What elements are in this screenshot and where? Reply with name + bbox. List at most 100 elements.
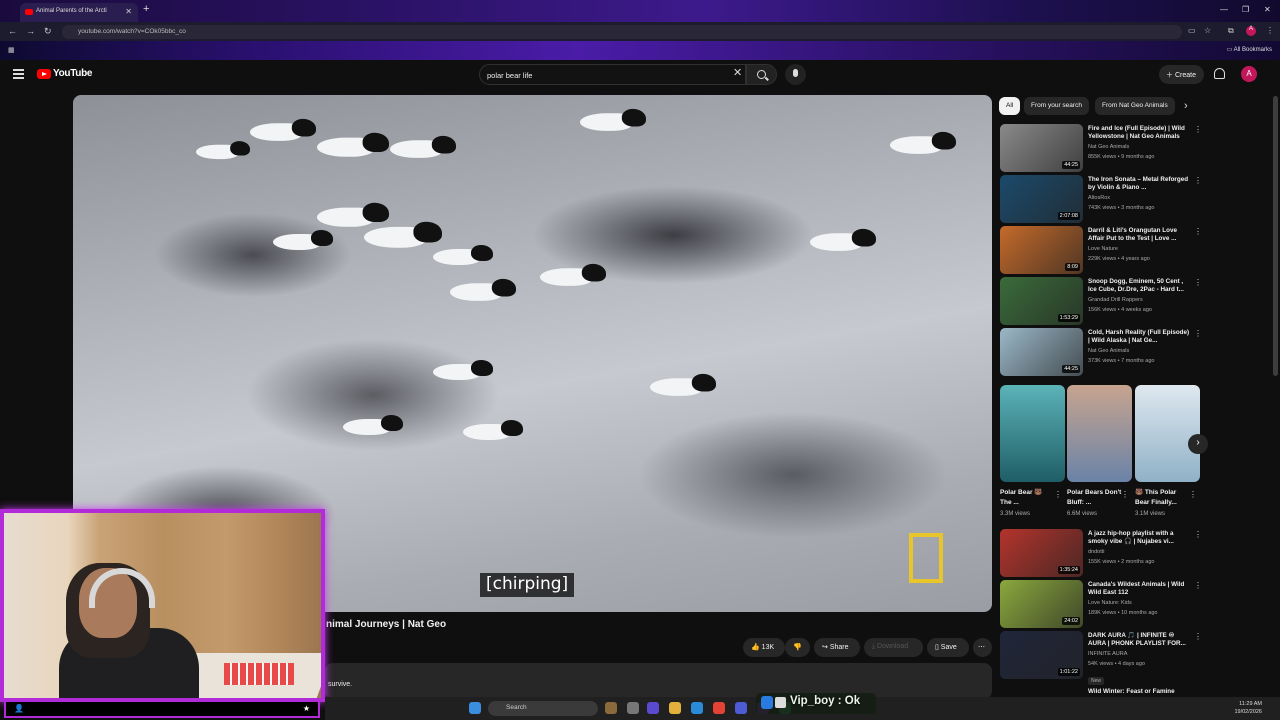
recommendation-item[interactable]: 24:02 Canada's Wildest Animals | Wild Wil…: [1000, 580, 1205, 628]
taskbar-clock[interactable]: 11:29 AM 19/02/2026: [1234, 700, 1262, 716]
video-thumbnail[interactable]: 1:53:29: [1000, 277, 1083, 325]
menu-dots-icon[interactable]: ⋮: [1266, 26, 1274, 35]
recommendation-item[interactable]: 8:09 Darril & Liti's Orangutan Love Affai…: [1000, 226, 1205, 274]
recommendation-title[interactable]: Darril & Liti's Orangutan Love Affair Pu…: [1088, 227, 1192, 244]
chevron-right-icon[interactable]: ›: [1184, 100, 1188, 112]
app-icon[interactable]: [735, 702, 747, 714]
cast-icon[interactable]: ▭: [1188, 26, 1196, 35]
copilot-icon[interactable]: [647, 702, 659, 714]
recommendation-item[interactable]: 1:01:22 DARK AURA 🎵 | INFINITE ♾ AURA | P…: [1000, 631, 1205, 679]
apps-grid-icon[interactable]: ▦: [8, 46, 15, 54]
recommendation-channel[interactable]: Nat Geo Animals: [1088, 348, 1129, 354]
video-thumbnail[interactable]: 44:25: [1000, 124, 1083, 172]
extensions-icon[interactable]: ⧉: [1228, 26, 1234, 36]
recommendation-item[interactable]: 44:25 Cold, Harsh Reality (Full Episode) …: [1000, 328, 1205, 376]
recommendation-item[interactable]: 1:35:24 A jazz hip-hop playlist with a sm…: [1000, 529, 1205, 577]
recommendation-title[interactable]: A jazz hip-hop playlist with a smoky vib…: [1088, 530, 1192, 547]
recommendation-title[interactable]: Fire and Ice (Full Episode) | Wild Yello…: [1088, 125, 1192, 142]
video-thumbnail[interactable]: 1:01:22: [1000, 631, 1083, 679]
recommendation-title[interactable]: Cold, Harsh Reality (Full Episode) | Wil…: [1088, 329, 1192, 346]
chip-all[interactable]: All: [999, 97, 1021, 115]
task-view-icon[interactable]: [627, 702, 639, 714]
recommendation-title[interactable]: Snoop Dogg, Eminem, 50 Cent , Ice Cube, …: [1088, 278, 1192, 295]
chip-from-nat-geo-animals[interactable]: From Nat Geo Animals: [1095, 97, 1175, 115]
save-button[interactable]: ▯ Save: [927, 638, 969, 657]
close-tab-icon[interactable]: ✕: [125, 7, 132, 16]
hamburger-menu-icon[interactable]: [13, 69, 24, 79]
more-options-icon[interactable]: ⋮: [1194, 530, 1202, 539]
short-more-icon[interactable]: ⋮: [1121, 490, 1129, 499]
profile-icon[interactable]: A: [1246, 26, 1256, 36]
url-field[interactable]: youtube.com/watch?v=COk05bbc_co: [62, 25, 1182, 39]
recommendation-item[interactable]: 44:25 Fire and Ice (Full Episode) | Wild …: [1000, 124, 1205, 172]
forward-icon[interactable]: →: [26, 26, 35, 36]
video-thumbnail[interactable]: 24:02: [1000, 580, 1083, 628]
short-thumbnail[interactable]: [1067, 385, 1132, 482]
recommendation-channel[interactable]: INFINITE AURA: [1088, 651, 1127, 657]
recommendation-title[interactable]: Canada's Wildest Animals | Wild Wild Eas…: [1088, 581, 1192, 598]
short-thumbnail[interactable]: [1135, 385, 1200, 482]
all-bookmarks-link[interactable]: ▭ All Bookmarks: [1227, 46, 1272, 53]
short-more-icon[interactable]: ⋮: [1189, 490, 1197, 499]
back-icon[interactable]: ←: [8, 26, 17, 36]
taskbar-search[interactable]: Search: [488, 701, 598, 716]
search-button[interactable]: [746, 64, 777, 85]
chrome-icon[interactable]: [713, 702, 725, 714]
video-thumbnail[interactable]: 2:07:08: [1000, 175, 1083, 223]
more-options-icon[interactable]: ⋮: [1194, 125, 1202, 134]
recommendation-channel[interactable]: AltosRox: [1088, 195, 1110, 201]
edge-icon[interactable]: [691, 702, 703, 714]
clear-search-icon[interactable]: ✕: [733, 66, 742, 79]
voice-search-button[interactable]: [785, 64, 806, 85]
dislike-button[interactable]: 👎: [785, 638, 810, 657]
more-options-icon[interactable]: ⋮: [1194, 581, 1202, 590]
description-box[interactable]: survive.: [325, 663, 992, 699]
minimize-icon[interactable]: —: [1220, 5, 1228, 14]
reload-icon[interactable]: ↻: [44, 26, 52, 37]
maximize-icon[interactable]: ❐: [1242, 5, 1249, 14]
download-button[interactable]: ⤓ Download: [864, 638, 923, 657]
more-options-icon[interactable]: ⋮: [1194, 227, 1202, 236]
short-title[interactable]: Polar Bear 🐻 The ...: [1000, 488, 1055, 508]
create-button[interactable]: ＋ Create: [1159, 65, 1204, 84]
recommendation-channel[interactable]: dndotti: [1088, 549, 1105, 555]
recommendation-title[interactable]: DARK AURA 🎵 | INFINITE ♾ AURA | PHONK PL…: [1088, 632, 1192, 649]
sidebar-scrollbar[interactable]: [1273, 96, 1278, 376]
widget-icon[interactable]: [605, 702, 617, 714]
short-title[interactable]: 🐻 This Polar Bear Finally...: [1135, 488, 1190, 508]
youtube-wordmark[interactable]: YouTube: [53, 68, 93, 79]
share-button[interactable]: ↪ Share: [814, 638, 860, 657]
browser-tab[interactable]: Animal Parents of the Arcti ✕: [20, 3, 138, 22]
short-thumbnail[interactable]: [1000, 385, 1065, 482]
more-options-icon[interactable]: ⋮: [1194, 278, 1202, 287]
partial-recommendation-title[interactable]: Wild Winter: Feast or Famine: [1088, 688, 1175, 695]
recommendation-channel[interactable]: Love Nature: [1088, 246, 1118, 252]
recommendation-item[interactable]: 2:07:08 The Iron Sonata – Metal Reforged …: [1000, 175, 1205, 223]
video-thumbnail[interactable]: 44:25: [1000, 328, 1083, 376]
new-tab-icon[interactable]: +: [143, 3, 149, 15]
recommendation-channel[interactable]: Love Nature: Kids: [1088, 600, 1132, 606]
shorts-next-button[interactable]: ›: [1188, 434, 1208, 454]
recommendation-channel[interactable]: Nat Geo Animals: [1088, 144, 1129, 150]
chip-from-your-search[interactable]: From your search: [1024, 97, 1089, 115]
short-title[interactable]: Polar Bears Don't Bluff: ...: [1067, 488, 1122, 508]
search-input[interactable]: polar bear life: [479, 64, 746, 85]
bookmark-star-icon[interactable]: ☆: [1204, 26, 1211, 35]
like-button[interactable]: 👍 13K: [743, 638, 785, 657]
recommendation-channel[interactable]: Grandad Drill Rappers: [1088, 297, 1143, 303]
windows-start-icon[interactable]: [469, 702, 481, 714]
notifications-bell-icon[interactable]: [1214, 68, 1225, 79]
video-thumbnail[interactable]: 8:09: [1000, 226, 1083, 274]
recommendation-title[interactable]: The Iron Sonata – Metal Reforged by Viol…: [1088, 176, 1192, 193]
close-window-icon[interactable]: ✕: [1264, 5, 1271, 14]
more-actions-button[interactable]: ⋯: [973, 638, 992, 657]
video-thumbnail[interactable]: 1:35:24: [1000, 529, 1083, 577]
more-options-icon[interactable]: ⋮: [1194, 176, 1202, 185]
file-explorer-icon[interactable]: [669, 702, 681, 714]
recommendation-item[interactable]: 1:53:29 Snoop Dogg, Eminem, 50 Cent , Ice…: [1000, 277, 1205, 325]
youtube-logo-icon[interactable]: [37, 69, 51, 79]
more-options-icon[interactable]: ⋮: [1194, 632, 1202, 641]
account-avatar[interactable]: A: [1241, 66, 1257, 82]
short-more-icon[interactable]: ⋮: [1054, 490, 1062, 499]
more-options-icon[interactable]: ⋮: [1194, 329, 1202, 338]
